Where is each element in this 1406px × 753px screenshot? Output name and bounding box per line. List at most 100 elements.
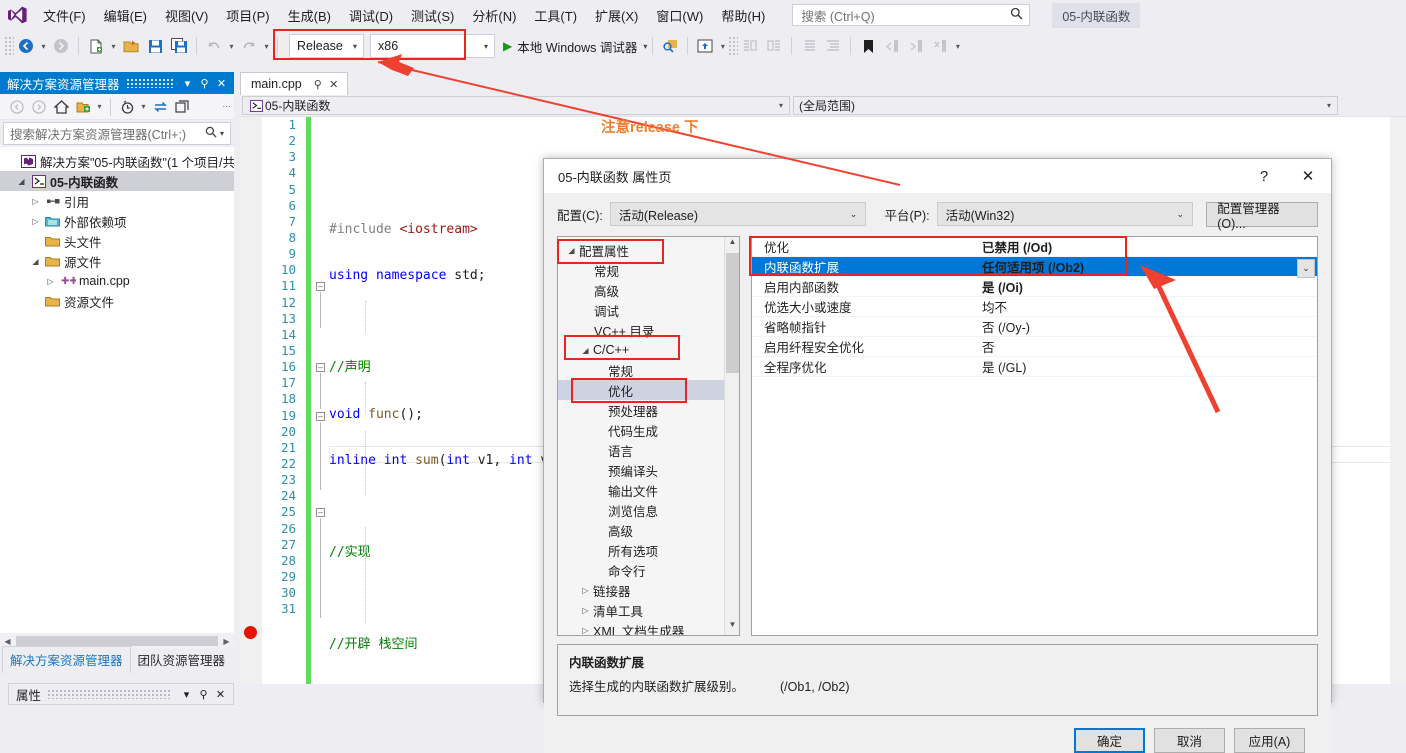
open-file-icon[interactable] bbox=[119, 34, 143, 58]
navigate-back-dropdown-icon[interactable]: ▾ bbox=[38, 34, 49, 58]
tab-main-cpp[interactable]: main.cpp ⚲ ✕ bbox=[240, 72, 348, 95]
platform-combo[interactable]: 活动(Win32) ⌄ bbox=[936, 202, 1194, 226]
fold-toggle-icon[interactable]: – bbox=[316, 363, 325, 372]
pending-changes-dropdown-icon[interactable]: ▾ bbox=[138, 95, 149, 119]
cancel-button[interactable]: 取消 bbox=[1154, 728, 1225, 753]
property-value-dropdown-icon[interactable]: ⌄ bbox=[1297, 259, 1315, 278]
dlg-tree-item-general[interactable]: 常规 bbox=[558, 260, 724, 280]
fold-toggle-icon[interactable]: – bbox=[316, 508, 325, 517]
navigate-forward-icon[interactable] bbox=[49, 34, 73, 58]
tab-team-explorer[interactable]: 团队资源管理器 bbox=[131, 647, 233, 673]
tree-item-external-dependencies[interactable]: ▷ 外部依赖项 bbox=[0, 211, 234, 231]
menu-edit[interactable]: 编辑(E) bbox=[95, 2, 156, 29]
dlg-tree-item-advanced[interactable]: 高级 bbox=[558, 280, 724, 300]
ok-button[interactable]: 确定 bbox=[1074, 728, 1145, 753]
menu-tools[interactable]: 工具(T) bbox=[525, 2, 586, 29]
twisty-icon[interactable]: ▷ bbox=[28, 197, 43, 206]
pending-changes-icon[interactable] bbox=[116, 96, 138, 118]
property-row[interactable]: 启用纤程安全优化 否 bbox=[752, 337, 1317, 357]
scrollbar-thumb[interactable] bbox=[16, 636, 218, 646]
scrollbar-thumb[interactable] bbox=[726, 253, 739, 373]
dlg-tree-item-browse-information[interactable]: 浏览信息 bbox=[558, 500, 724, 520]
configuration-manager-button[interactable]: 配置管理器(O)... bbox=[1206, 201, 1318, 231]
dlg-tree-item-xml-doc-generator[interactable]: ▷ XML 文档生成器 bbox=[558, 620, 724, 636]
code-folding-column[interactable]: – – – – bbox=[315, 117, 329, 684]
tree-item-references[interactable]: ▷ 引用 bbox=[0, 191, 234, 211]
next-bookmark-icon[interactable] bbox=[904, 34, 928, 58]
dlg-tree-item-all-options[interactable]: 所有选项 bbox=[558, 540, 724, 560]
tree-item-source-files[interactable]: ◢ 源文件 bbox=[0, 251, 234, 271]
back-icon[interactable] bbox=[6, 96, 28, 118]
twisty-icon[interactable]: ◢ bbox=[564, 246, 579, 255]
dlg-tree-item-preprocessor[interactable]: 预处理器 bbox=[558, 400, 724, 420]
property-row[interactable]: 全程序优化 是 (/GL) bbox=[752, 357, 1317, 377]
menu-window[interactable]: 窗口(W) bbox=[647, 2, 712, 29]
glyph-margin[interactable] bbox=[240, 117, 262, 684]
property-row[interactable]: 优选大小或速度 均不 bbox=[752, 297, 1317, 317]
dialog-titlebar[interactable]: 05-内联函数 属性页 ? ✕ bbox=[544, 159, 1331, 193]
panel-menu-icon[interactable]: ▾ bbox=[179, 77, 196, 90]
property-row[interactable]: 启用内部函数 是 (/Oi) bbox=[752, 277, 1317, 297]
dlg-tree-item-code-generation[interactable]: 代码生成 bbox=[558, 420, 724, 440]
quick-launch-search[interactable]: 搜索 (Ctrl+Q) bbox=[792, 4, 1031, 26]
menu-project[interactable]: 项目(P) bbox=[217, 2, 278, 29]
property-value[interactable]: 均不 bbox=[977, 297, 1317, 316]
twisty-icon[interactable]: ◢ bbox=[28, 257, 43, 266]
chevron-down-icon[interactable]: ▾ bbox=[217, 129, 227, 138]
nav-project-combo[interactable]: 05-内联函数 ▾ bbox=[242, 96, 790, 115]
editor-vertical-scrollbar[interactable] bbox=[1390, 117, 1406, 684]
dlg-tree-item-optimization[interactable]: 优化 bbox=[558, 380, 724, 400]
pin-icon[interactable]: ⚲ bbox=[310, 78, 326, 91]
dlg-tree-item-language[interactable]: 语言 bbox=[558, 440, 724, 460]
uncomment-icon[interactable] bbox=[762, 34, 786, 58]
window-layout-dropdown-icon[interactable]: ▾ bbox=[717, 34, 728, 58]
twisty-icon[interactable]: ◢ bbox=[14, 177, 29, 186]
new-project-dropdown-icon[interactable]: ▾ bbox=[108, 34, 119, 58]
forward-icon[interactable] bbox=[28, 96, 50, 118]
menu-extensions[interactable]: 扩展(X) bbox=[586, 2, 647, 29]
tree-item-solution[interactable]: 解决方案"05-内联函数"(1 个项目/共 bbox=[0, 151, 234, 171]
menu-test[interactable]: 测试(S) bbox=[402, 2, 463, 29]
solution-platform-combo[interactable]: x86 ▾ bbox=[370, 34, 495, 58]
property-value[interactable]: 是 (/Oi) bbox=[977, 277, 1317, 296]
prev-bookmark-icon[interactable] bbox=[880, 34, 904, 58]
scroll-up-icon[interactable]: ▲ bbox=[725, 237, 740, 252]
dlg-tree-item-output-files[interactable]: 输出文件 bbox=[558, 480, 724, 500]
dlg-tree-item-c-general[interactable]: 常规 bbox=[558, 360, 724, 380]
twisty-icon[interactable]: ▷ bbox=[578, 606, 593, 615]
property-value[interactable]: 否 bbox=[977, 337, 1317, 356]
scroll-down-icon[interactable]: ▼ bbox=[725, 620, 740, 635]
navigate-back-icon[interactable] bbox=[14, 34, 38, 58]
property-value[interactable]: 是 (/GL) bbox=[977, 357, 1317, 376]
menu-view[interactable]: 视图(V) bbox=[156, 2, 217, 29]
comment-icon[interactable] bbox=[738, 34, 762, 58]
se-overflow-icon[interactable]: ⋯ bbox=[223, 95, 234, 119]
twisty-icon[interactable]: ▷ bbox=[43, 277, 58, 286]
redo-dropdown-icon[interactable]: ▾ bbox=[261, 34, 272, 58]
menu-debug[interactable]: 调试(D) bbox=[340, 2, 402, 29]
dlg-tree-item-debugging[interactable]: 调试 bbox=[558, 300, 724, 320]
fold-toggle-icon[interactable]: – bbox=[316, 282, 325, 291]
bookmark-icon[interactable] bbox=[856, 34, 880, 58]
property-row[interactable]: 省略帧指针 否 (/Oy-) bbox=[752, 317, 1317, 337]
tree-item-resource-files[interactable]: 资源文件 bbox=[0, 291, 234, 311]
tree-item-header-files[interactable]: 头文件 bbox=[0, 231, 234, 251]
new-project-icon[interactable] bbox=[84, 34, 108, 58]
close-icon[interactable]: ✕ bbox=[213, 77, 230, 90]
start-debugging-button[interactable]: ▶ 本地 Windows 调试器 ▾ bbox=[503, 37, 647, 56]
dlg-tree-item-precompiled-headers[interactable]: 预编译头 bbox=[558, 460, 724, 480]
outdent-icon[interactable] bbox=[797, 34, 821, 58]
help-icon[interactable]: ? bbox=[1243, 161, 1285, 191]
tree-item-main-cpp[interactable]: ▷ ✚✚ main.cpp bbox=[0, 271, 234, 291]
property-row-selected[interactable]: 内联函数扩展 任何适用项 (/Ob2) bbox=[752, 257, 1317, 277]
pin-icon[interactable]: ⚲ bbox=[195, 688, 212, 701]
breakpoint-marker[interactable] bbox=[244, 626, 257, 639]
menu-help[interactable]: 帮助(H) bbox=[712, 2, 774, 29]
twisty-icon[interactable]: ◢ bbox=[578, 346, 593, 355]
twisty-icon[interactable]: ▷ bbox=[578, 586, 593, 595]
undo-dropdown-icon[interactable]: ▾ bbox=[226, 34, 237, 58]
close-icon[interactable]: ✕ bbox=[212, 688, 229, 701]
clear-bookmarks-icon[interactable] bbox=[928, 34, 952, 58]
tree-item-project[interactable]: ◢ 05-内联函数 bbox=[0, 171, 234, 191]
indent-icon[interactable] bbox=[821, 34, 845, 58]
